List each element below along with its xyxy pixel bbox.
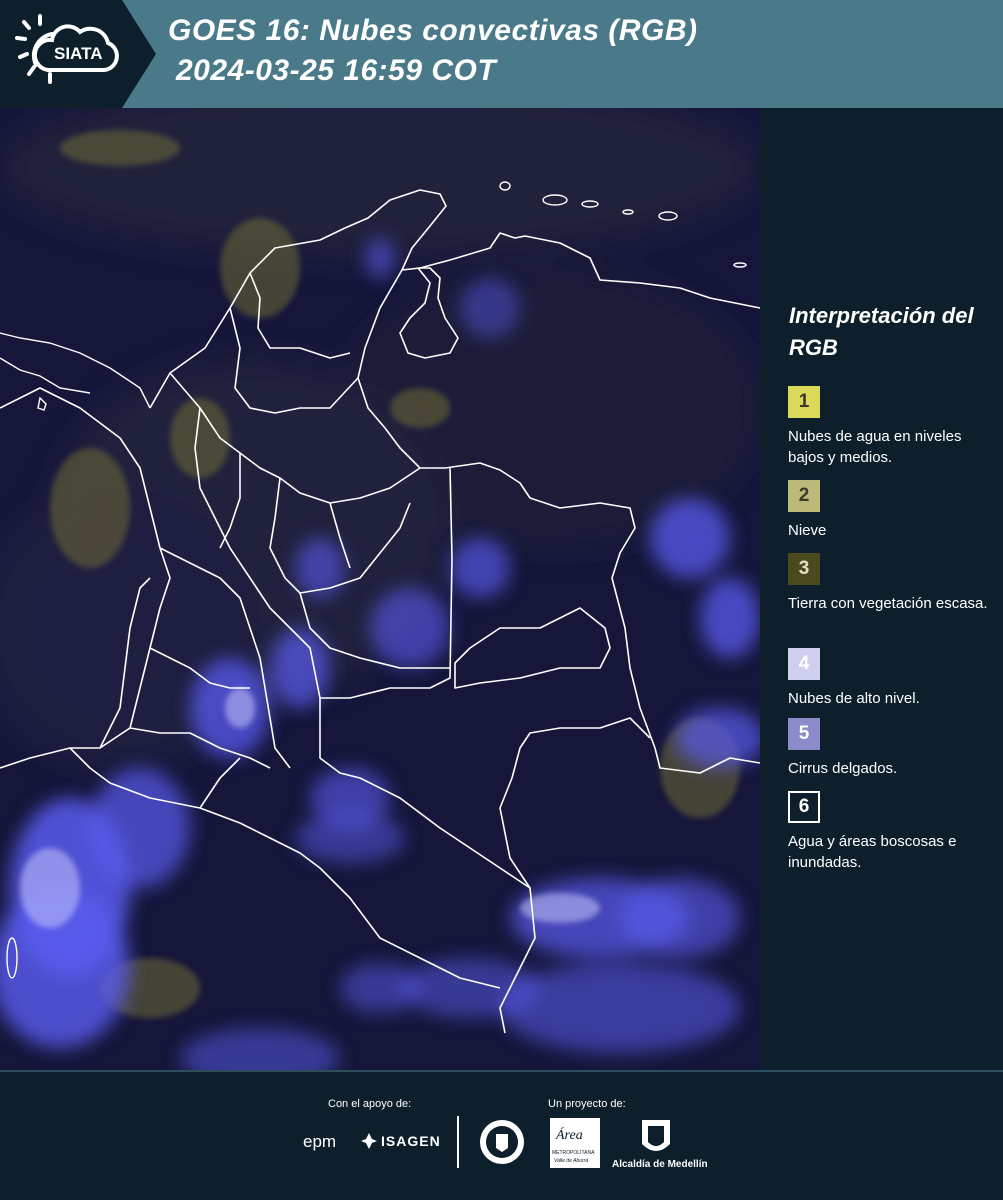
siata-logo: SIATA: [0, 0, 160, 108]
legend-item-2: 2 Nieve: [788, 480, 998, 541]
isagen-mark-icon: [361, 1133, 377, 1149]
legend-panel: Interpretación del RGB 1 Nubes de agua e…: [760, 108, 1003, 1070]
legend-item-1: 1 Nubes de agua en niveles bajos y medio…: [788, 386, 998, 468]
legend-number: 4: [798, 653, 810, 674]
area-logo-text: Área: [556, 1128, 583, 1143]
legend-label: Cirrus delgados.: [788, 760, 898, 777]
area-logo-subtitle-2: Valle de Aburrá: [554, 1158, 589, 1164]
footer: Con el apoyo de: Un proyecto de: epm ISA…: [0, 1070, 1003, 1200]
legend-label: Agua y áreas boscosas e inundadas.: [788, 833, 957, 871]
legend-number: 1: [798, 391, 810, 412]
footer-vertical-divider: [457, 1116, 459, 1168]
legend-label: Tierra con vegetación escasa.: [788, 595, 988, 612]
legend-swatch-6: 6: [788, 791, 820, 823]
legend-label: Nubes de agua en niveles bajos y medios.: [788, 428, 962, 466]
isagen-logo: ISAGEN: [360, 1132, 441, 1150]
legend-swatch-4: 4: [788, 648, 820, 680]
map-canvas: [0, 108, 760, 1070]
logo-text: SIATA: [54, 44, 103, 63]
legend-number: 3: [798, 558, 810, 579]
legend-title: Interpretación del RGB: [789, 303, 974, 360]
project-label: Un proyecto de:: [548, 1098, 626, 1110]
header: SIATA GOES 16: Nubes convectivas (RGB) 2…: [0, 0, 1003, 108]
epm-logo: epm: [303, 1132, 337, 1151]
legend-label: Nubes de alto nivel.: [788, 690, 920, 707]
medellin-seal-icon: [480, 1120, 524, 1164]
legend-swatch-3: 3: [788, 553, 820, 585]
alcaldia-text: Alcaldía de Medellín: [612, 1159, 708, 1170]
isagen-text: ISAGEN: [381, 1133, 441, 1149]
legend-item-5: 5 Cirrus delgados.: [788, 718, 998, 779]
legend-swatch-5: 5: [788, 718, 820, 750]
area-logo-subtitle: METROPOLITANA: [552, 1150, 595, 1156]
footer-divider: [0, 1070, 1003, 1072]
legend-number: 5: [798, 723, 810, 744]
area-metropolitana-logo: Área METROPOLITANA Valle de Aburrá: [550, 1118, 600, 1168]
alcaldia-shield-icon: [642, 1120, 670, 1151]
satellite-map[interactable]: [0, 108, 760, 1070]
legend-item-3: 3 Tierra con vegetación escasa.: [788, 553, 998, 614]
page-title: GOES 16: Nubes convectivas (RGB): [168, 14, 698, 47]
legend-item-4: 4 Nubes de alto nivel.: [788, 648, 998, 709]
legend-item-6: 6 Agua y áreas boscosas e inundadas.: [788, 791, 998, 873]
legend-number: 2: [798, 485, 810, 506]
legend-swatch-2: 2: [788, 480, 820, 512]
page-timestamp: 2024-03-25 16:59 COT: [176, 54, 497, 87]
legend-label: Nieve: [788, 522, 827, 539]
legend-swatch-1: 1: [788, 386, 820, 418]
support-label: Con el apoyo de:: [328, 1098, 412, 1110]
legend-number: 6: [798, 796, 810, 817]
